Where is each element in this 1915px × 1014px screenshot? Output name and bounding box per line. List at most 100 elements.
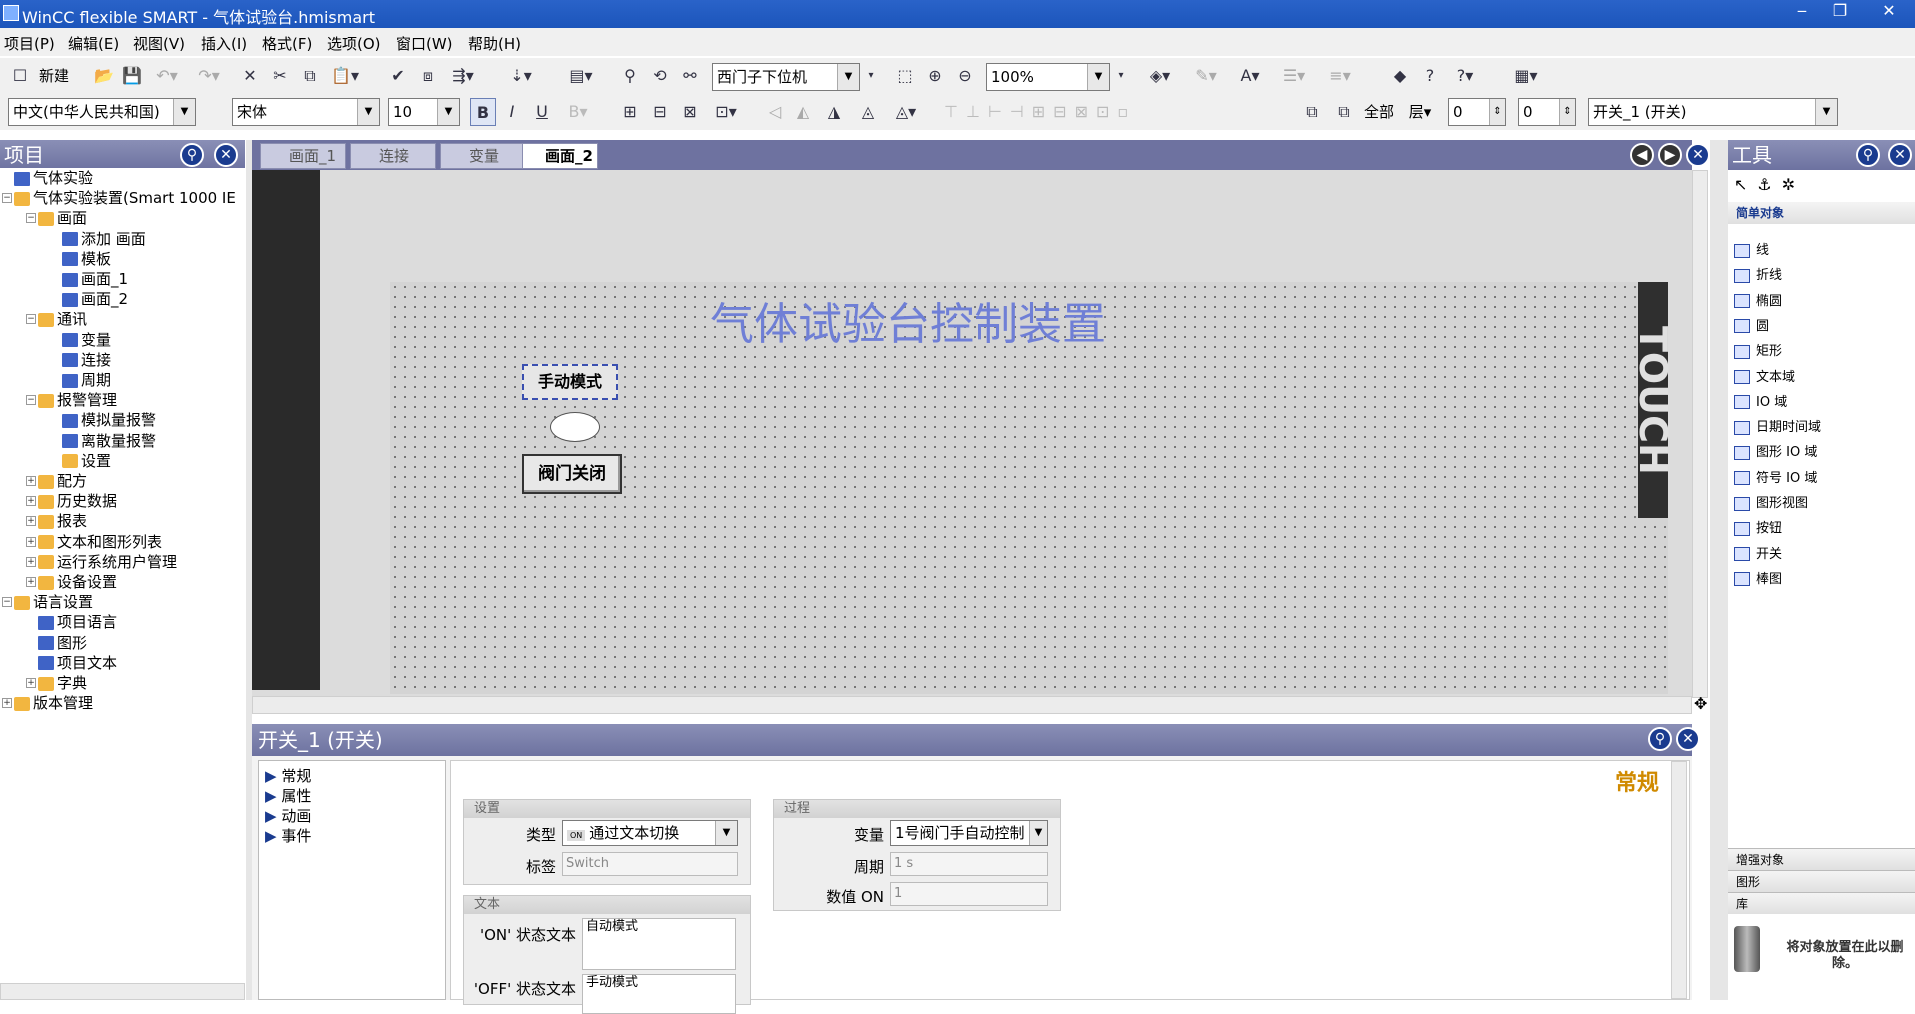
menu-view[interactable]: 视图(V): [133, 33, 185, 54]
tree-node[interactable]: 设置: [62, 451, 111, 471]
tree-node[interactable]: 历史数据: [38, 491, 117, 511]
expand-toggle-icon[interactable]: −: [2, 193, 12, 204]
expand-toggle-icon[interactable]: +: [26, 536, 36, 547]
tree-node[interactable]: 连接: [62, 350, 111, 370]
tree-node[interactable]: 报警管理: [38, 390, 117, 410]
type-select[interactable]: ON 通过文本切换 ▼: [562, 820, 738, 846]
tree-node[interactable]: 模板: [62, 249, 111, 269]
tree-node[interactable]: 项目语言: [38, 612, 117, 632]
splitter[interactable]: [1710, 140, 1728, 1000]
simple-objects-header[interactable]: 简单对象: [1728, 202, 1915, 224]
cut-icon[interactable]: ✂: [270, 62, 290, 90]
line-width-icon[interactable]: ≡▾: [1320, 62, 1360, 90]
rotate-icon[interactable]: ◮: [822, 98, 846, 126]
tree-node[interactable]: 变量: [62, 330, 111, 350]
tree-node[interactable]: 画面_1: [62, 269, 128, 289]
chevron-down-icon[interactable]: ▾: [1114, 62, 1128, 90]
tree-node[interactable]: 画面: [38, 208, 87, 228]
close-icon[interactable]: ✕: [214, 143, 238, 167]
check-icon[interactable]: ✔: [388, 62, 408, 90]
tree-node[interactable]: 添加 画面: [62, 229, 146, 249]
menu-project[interactable]: 项目(P): [4, 33, 55, 54]
tool-item[interactable]: 图形视图: [1734, 493, 1808, 515]
help-icon[interactable]: ?: [1418, 62, 1442, 90]
menu-help[interactable]: 帮助(H): [468, 33, 521, 54]
tag-field[interactable]: Switch: [562, 852, 738, 876]
vertical-scrollbar[interactable]: [1692, 170, 1708, 698]
screen-heading[interactable]: 气体试验台控制装置: [710, 288, 1106, 352]
tab-scroll-left-icon[interactable]: ◀: [1630, 143, 1654, 167]
font-size-combo[interactable]: 10 ▼: [388, 98, 460, 126]
screen-canvas[interactable]: 气体试验台控制装置 手动模式 阀门关闭 TOUCH: [390, 282, 1675, 694]
font-color-icon[interactable]: A▾: [1232, 62, 1268, 90]
flip-horizontal-icon[interactable]: ◭: [792, 98, 814, 126]
underline-button[interactable]: U: [532, 98, 552, 126]
zoom-in-icon[interactable]: ⊕: [925, 62, 945, 90]
object-combo[interactable]: 开关_1 (开关) ▼: [1588, 98, 1838, 126]
italic-button[interactable]: I: [502, 98, 522, 126]
manual-mode-switch[interactable]: 手动模式: [522, 364, 618, 400]
align-objects-icons[interactable]: ⊤⊥⊢⊣⊞⊟⊠⊡▫: [944, 98, 1244, 126]
tool-item[interactable]: 日期时间域: [1734, 417, 1821, 439]
offset-spinner[interactable]: 0 ⇕: [1518, 98, 1576, 126]
expand-toggle-icon[interactable]: −: [26, 395, 36, 406]
menu-edit[interactable]: 编辑(E): [68, 33, 119, 54]
tab-scroll-right-icon[interactable]: ▶: [1658, 143, 1682, 167]
cross-reference-icon[interactable]: ⚯: [680, 62, 700, 90]
layer-back-icon[interactable]: ⧉: [1300, 98, 1324, 126]
properties-scrollbar[interactable]: [1671, 761, 1687, 999]
navigation-icon[interactable]: ✥: [1694, 694, 1710, 713]
new-button[interactable]: 新建: [34, 62, 74, 90]
close-icon[interactable]: ✕: [1888, 143, 1912, 167]
variable-select[interactable]: 1号阀门手自动控制 ▼: [890, 820, 1048, 846]
tree-node[interactable]: 字典: [38, 673, 87, 693]
tree-node[interactable]: 报表: [38, 511, 87, 531]
tool-item[interactable]: 文本域: [1734, 367, 1795, 389]
expand-toggle-icon[interactable]: +: [26, 516, 36, 527]
transform-icon[interactable]: ◬▾: [888, 98, 924, 126]
font-combo[interactable]: 宋体 ▼: [232, 98, 380, 126]
close-icon[interactable]: ✕: [1676, 727, 1700, 751]
screen-layout-icon[interactable]: ▦▾: [1508, 62, 1544, 90]
tool-item[interactable]: 按钮: [1734, 518, 1782, 540]
tree-node[interactable]: 项目文本: [38, 653, 117, 673]
tree-node[interactable]: 气体实验: [14, 168, 93, 188]
download-icon[interactable]: ⇣▾: [506, 62, 536, 90]
tree-node[interactable]: 通讯: [38, 309, 87, 329]
nav-events[interactable]: ▶ 事件: [265, 825, 311, 846]
tool-item[interactable]: 符号 IO 域: [1734, 468, 1817, 490]
cycle-field[interactable]: 1 s: [890, 852, 1048, 876]
context-help-icon[interactable]: ?▾: [1450, 62, 1480, 90]
restore-button[interactable]: ❐: [1820, 0, 1860, 22]
trash-icon[interactable]: [1734, 926, 1760, 972]
layer-menu[interactable]: 层▾: [1402, 98, 1438, 126]
copy-icon[interactable]: ⧉: [300, 62, 320, 90]
strikethrough-button[interactable]: B▾: [560, 98, 596, 126]
expand-toggle-icon[interactable]: −: [26, 213, 36, 224]
expand-toggle-icon[interactable]: +: [26, 496, 36, 507]
expand-toggle-icon[interactable]: +: [26, 678, 36, 688]
tab-screen-1[interactable]: 画面_1: [260, 143, 346, 169]
language-combo[interactable]: 中文(中华人民共和国) ▼: [8, 98, 196, 126]
zoom-out-icon[interactable]: ⊖: [955, 62, 975, 90]
compile-icon[interactable]: ⧈: [418, 62, 438, 90]
runtime-icon[interactable]: ▤▾: [563, 62, 599, 90]
tree-node[interactable]: 配方: [38, 471, 87, 491]
tree-node[interactable]: 离散量报警: [62, 431, 156, 451]
valve-close-button[interactable]: 阀门关闭: [522, 454, 622, 494]
minimize-button[interactable]: ‒: [1782, 0, 1822, 22]
redo-icon[interactable]: ↷▾: [194, 62, 224, 90]
delete-icon[interactable]: ✕: [240, 62, 260, 90]
library-header[interactable]: 库: [1728, 892, 1915, 914]
line-style-icon[interactable]: ☰▾: [1276, 62, 1312, 90]
paste-icon[interactable]: 📋▾: [330, 62, 360, 90]
menu-window[interactable]: 窗口(W): [396, 33, 453, 54]
tree-node[interactable]: 图形: [38, 633, 87, 653]
align-more-icon[interactable]: ⊡▾: [708, 98, 744, 126]
tool-item[interactable]: 图形 IO 域: [1734, 442, 1817, 464]
tab-screen-2[interactable]: 画面_2: [522, 143, 598, 169]
zoom-area-icon[interactable]: ⬚: [895, 62, 915, 90]
transfer-icon[interactable]: ⇶▾: [448, 62, 478, 90]
zoom-combo[interactable]: 100% ▼: [986, 63, 1110, 91]
tool-item[interactable]: 圆: [1734, 316, 1769, 338]
